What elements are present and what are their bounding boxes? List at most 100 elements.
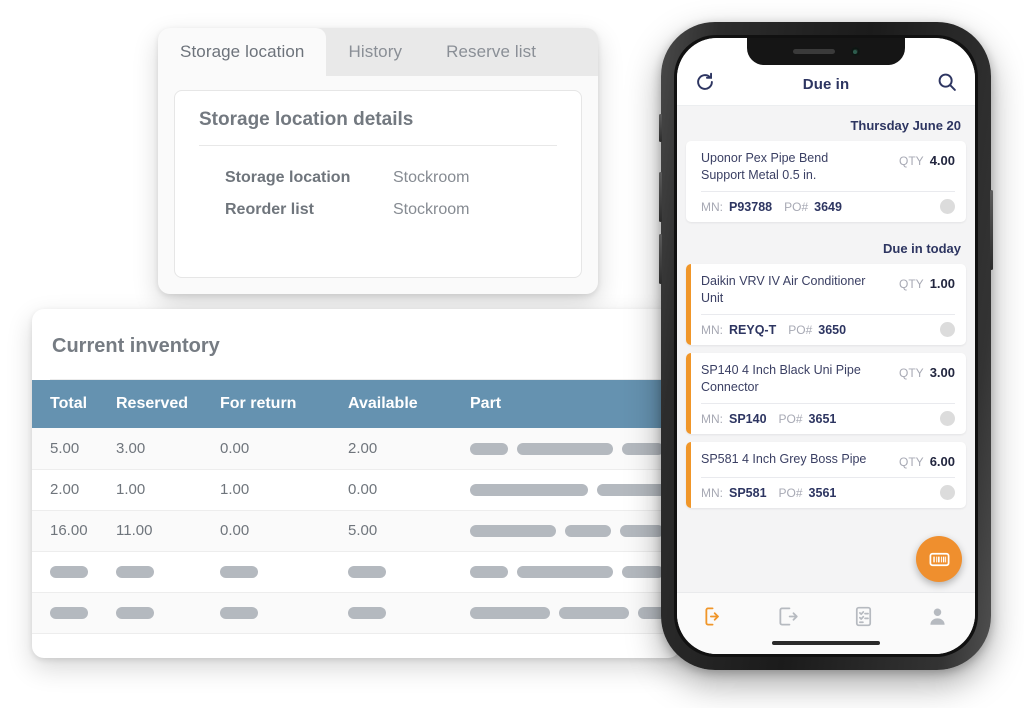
detail-value: Stockroom	[393, 169, 470, 186]
table-row[interactable]: 16.00 11.00 0.00 5.00	[32, 510, 680, 552]
scan-barcode-fab[interactable]	[916, 536, 962, 582]
table-row[interactable]	[32, 551, 680, 593]
placeholder-bar	[597, 484, 667, 497]
due-out-icon[interactable]	[777, 605, 800, 628]
po-value: 3649	[814, 199, 842, 214]
qty-value: 4.00	[929, 153, 955, 168]
checklist-icon[interactable]	[852, 605, 875, 628]
phone-bezel: Due in Thursday June 20 Uponor Pex Pipe B…	[674, 35, 978, 657]
item-top-row: Daikin VRV IV Air Conditioner Unit QTY 1.0…	[686, 264, 966, 314]
detail-label: Reorder list	[225, 201, 314, 218]
placeholder-bar	[116, 566, 154, 579]
table-row[interactable]: 5.00 3.00 0.00 2.00	[32, 428, 680, 470]
cell-for-return: 0.00	[220, 510, 348, 552]
cell-reserved	[116, 551, 220, 593]
silent-switch[interactable]	[659, 114, 662, 142]
cell-available: 2.00	[348, 428, 470, 470]
placeholder-bar	[565, 525, 611, 538]
person-icon[interactable]	[926, 605, 949, 628]
cell-part	[470, 592, 680, 634]
status-badge[interactable]	[940, 322, 955, 337]
po-label: PO#	[778, 485, 803, 500]
list-item[interactable]: SP140 4 Inch Black Uni Pipe Connector QTY…	[686, 353, 966, 434]
cell-total: 2.00	[32, 469, 116, 511]
table-row[interactable]	[32, 592, 680, 634]
front-camera-icon	[850, 47, 860, 56]
placeholder-bar	[220, 607, 258, 620]
detail-label: Storage location	[225, 169, 351, 186]
search-icon[interactable]	[936, 71, 958, 93]
inventory-table: Total Reserved For return Available Part…	[32, 380, 680, 634]
mn-label: MN:	[701, 322, 723, 337]
list-item[interactable]: Daikin VRV IV Air Conditioner Unit QTY 1.0…	[686, 264, 966, 345]
volume-up-button[interactable]	[659, 172, 662, 222]
item-top-row: Uponor Pex Pipe Bend Support Metal 0.5 i…	[686, 141, 966, 191]
volume-down-button[interactable]	[659, 234, 662, 284]
po-label: PO#	[788, 322, 813, 337]
qty-label: QTY	[899, 154, 924, 168]
placeholder-bar	[517, 566, 613, 579]
qty-value: 3.00	[929, 365, 955, 380]
barcode-icon	[929, 552, 949, 566]
placeholder-bar	[470, 484, 588, 497]
column-header-total[interactable]: Total	[32, 380, 116, 428]
cell-available	[348, 551, 470, 593]
status-badge[interactable]	[940, 199, 955, 214]
tab-storage-location[interactable]: Storage location	[158, 28, 327, 76]
tab-reserve-list[interactable]: Reserve list	[424, 28, 558, 76]
cell-available: 5.00	[348, 510, 470, 552]
item-bottom-row: MN: SP140 PO# 3651	[686, 404, 966, 434]
storage-location-body: Storage location details Storage locatio…	[158, 76, 598, 294]
item-top-row: SP581 4 Inch Grey Boss Pipe QTY 6.00	[686, 442, 966, 477]
power-button[interactable]	[990, 190, 993, 270]
placeholder-bar	[622, 442, 664, 455]
refresh-icon[interactable]	[694, 71, 716, 93]
accent-bar	[686, 442, 691, 508]
item-name: Uponor Pex Pipe Bend Support Metal 0.5 i…	[701, 151, 829, 182]
po-value: 3650	[818, 322, 847, 337]
qty-label: QTY	[899, 366, 924, 380]
due-in-list[interactable]: Thursday June 20 Uponor Pex Pipe Bend Sup…	[677, 107, 975, 592]
detail-value: Stockroom	[393, 201, 470, 218]
quantity-group: QTY 6.00	[899, 451, 955, 469]
storage-location-card: Storage location History Reserve list St…	[158, 28, 598, 294]
item-bottom-row: MN: SP581 PO# 3561	[686, 478, 966, 508]
app-title: Due in	[802, 76, 850, 93]
mn-value: REYQ-T	[729, 322, 777, 337]
accent-bar	[686, 264, 691, 345]
po-value: 3561	[808, 485, 837, 500]
mn-value: SP140	[729, 411, 767, 426]
item-bottom-row: MN: REYQ-T PO# 3650	[686, 315, 966, 345]
cell-reserved: 3.00	[116, 428, 220, 470]
current-inventory-card: Current inventory Total Reserved For ret…	[32, 309, 680, 658]
phone-notch	[747, 38, 905, 65]
day-section-header: Due in today	[882, 241, 961, 256]
day-section-header: Thursday June 20	[850, 118, 961, 133]
column-header-reserved[interactable]: Reserved	[116, 380, 220, 428]
cell-part	[470, 469, 680, 511]
tab-history[interactable]: History	[326, 28, 424, 76]
quantity-group: QTY 1.00	[899, 273, 955, 291]
phone-screen: Due in Thursday June 20 Uponor Pex Pipe B…	[677, 38, 975, 654]
column-header-available[interactable]: Available	[348, 380, 470, 428]
status-badge[interactable]	[940, 411, 955, 426]
table-row[interactable]: 2.00 1.00 1.00 0.00	[32, 469, 680, 511]
mn-value: SP581	[729, 485, 767, 500]
list-item[interactable]: Uponor Pex Pipe Bend Support Metal 0.5 i…	[686, 141, 966, 222]
list-item[interactable]: SP581 4 Inch Grey Boss Pipe QTY 6.00 MN: SP5…	[686, 442, 966, 508]
cell-for-return	[220, 592, 348, 634]
column-header-for-return[interactable]: For return	[220, 380, 348, 428]
status-badge[interactable]	[940, 485, 955, 500]
detail-row-reorder-list: Reorder list Stockroom	[199, 194, 557, 226]
item-name: SP140 4 Inch Black Uni Pipe Connector	[701, 363, 861, 394]
column-header-part[interactable]: Part	[470, 380, 680, 428]
cell-part	[470, 510, 680, 552]
qty-value: 1.00	[929, 276, 955, 291]
item-name: Daikin VRV IV Air Conditioner Unit	[701, 274, 866, 305]
cell-total	[32, 592, 116, 634]
due-in-icon[interactable]	[703, 605, 726, 628]
home-indicator	[772, 641, 880, 645]
mn-label: MN:	[701, 485, 723, 500]
cell-reserved	[116, 592, 220, 634]
cell-available: 0.00	[348, 469, 470, 511]
